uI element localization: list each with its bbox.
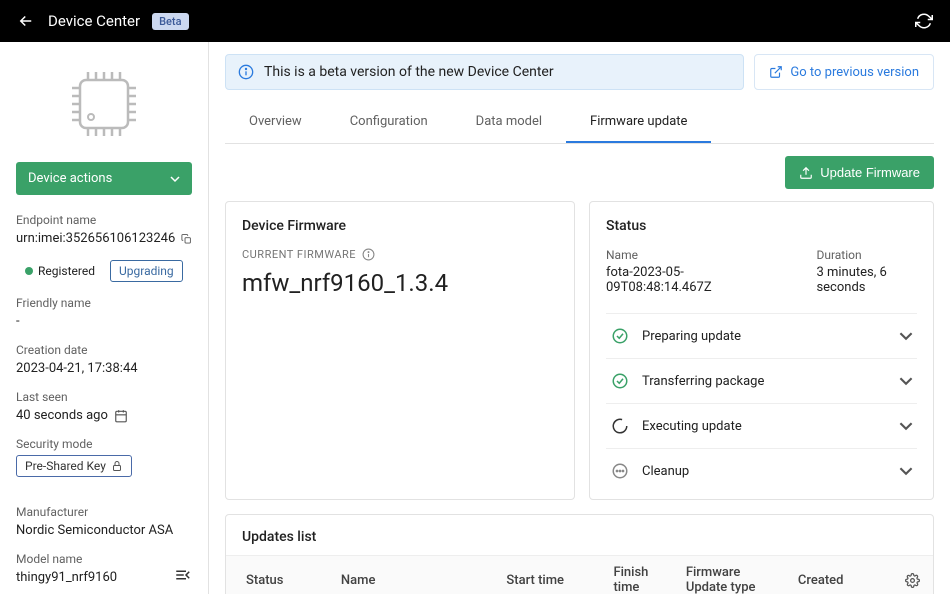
manufacturer-label: Manufacturer [16,505,192,519]
info-icon [238,64,254,80]
endpoint-label: Endpoint name [16,213,192,227]
status-duration-label: Duration [816,248,917,262]
chevron-down-icon [899,374,913,388]
step-preparing[interactable]: Preparing update [606,313,917,358]
upload-icon [799,166,813,180]
status-name-value: fota-2023-05-09T08:48:14.467Z [606,265,756,295]
device-actions-dropdown[interactable]: Device actions [16,162,192,195]
tab-firmware-update[interactable]: Firmware update [566,102,711,143]
lock-icon [111,460,123,472]
refresh-button[interactable] [914,11,934,31]
security-chip: Pre-Shared Key [16,455,132,477]
check-circle-icon [610,371,630,391]
col-created: Created [786,556,893,594]
external-link-icon [769,65,783,79]
status-title: Status [606,218,917,234]
beta-banner: This is a beta version of the new Device… [225,54,744,90]
info-icon[interactable] [362,248,375,261]
tab-data-model[interactable]: Data model [452,102,566,143]
current-firmware-label: CURRENT FIRMWARE [242,248,356,261]
friendly-value: - [16,314,192,329]
creation-label: Creation date [16,343,192,357]
registered-chip: Registered [16,260,104,282]
step-executing[interactable]: Executing update [606,403,917,448]
pending-icon [610,461,630,481]
lastseen-value: 40 seconds ago [16,408,108,423]
firmware-version: mfw_nrf9160_1.3.4 [242,269,558,297]
step-cleanup[interactable]: Cleanup [606,448,917,493]
back-button[interactable] [16,11,36,31]
col-finish: Finish time [601,556,673,594]
updates-list-card: Updates list Status Name Start time Fini… [225,514,934,594]
tab-configuration[interactable]: Configuration [326,102,452,143]
status-name-label: Name [606,248,756,262]
page-title: Device Center [48,12,140,30]
copy-icon[interactable] [181,232,192,246]
chevron-down-icon [899,419,913,433]
endpoint-value: urn:imei:352656106123246 [16,231,175,246]
spinner-icon [610,416,630,436]
table-settings-button[interactable] [893,556,933,594]
friendly-label: Friendly name [16,296,192,310]
gear-icon [905,573,920,588]
model-label: Model name [16,552,192,566]
col-status: Status [226,556,329,594]
step-transferring[interactable]: Transferring package [606,358,917,403]
device-firmware-title: Device Firmware [242,218,558,234]
device-actions-label: Device actions [28,171,112,186]
previous-version-link[interactable]: Go to previous version [754,54,934,90]
model-value: thingy91_nrf9160 [16,570,192,585]
tab-overview[interactable]: Overview [225,102,326,143]
banner-text: This is a beta version of the new Device… [264,64,554,80]
status-card: Status Name fota-2023-05-09T08:48:14.467… [589,201,934,500]
device-firmware-card: Device Firmware CURRENT FIRMWARE mfw_nrf… [225,201,575,500]
chevron-down-icon [899,464,913,478]
col-start: Start time [494,556,601,594]
lastseen-label: Last seen [16,390,192,404]
upgrading-chip: Upgrading [110,260,183,282]
calendar-icon [114,409,128,423]
col-name: Name [329,556,495,594]
update-firmware-button[interactable]: Update Firmware [785,156,934,189]
device-chip-icon [64,64,144,144]
security-label: Security mode [16,437,192,451]
status-duration-value: 3 minutes, 6 seconds [816,265,917,295]
chevron-down-icon [170,174,180,184]
check-circle-icon [610,326,630,346]
status-dot-icon [25,267,33,275]
collapse-sidebar-button[interactable] [174,566,192,584]
chevron-down-icon [899,329,913,343]
manufacturer-value: Nordic Semiconductor ASA [16,523,192,538]
updates-title: Updates list [226,529,933,555]
col-type: Firmware Update type [674,556,786,594]
creation-value: 2023-04-21, 17:38:44 [16,361,192,376]
beta-badge: Beta [152,13,188,30]
